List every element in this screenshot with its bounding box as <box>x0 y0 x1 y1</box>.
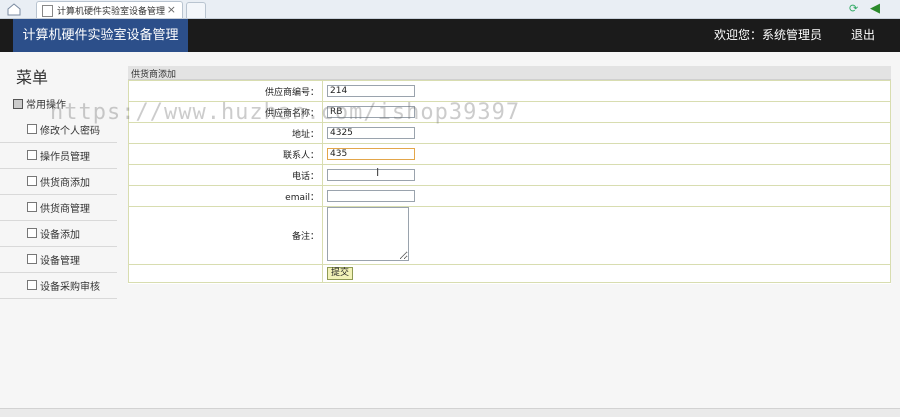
mail-icon <box>27 280 37 290</box>
form-row: 供应商编号： <box>128 80 891 102</box>
mail-icon <box>27 228 37 238</box>
sidebar-item-operator-management[interactable]: 操作员管理 <box>0 142 117 169</box>
field-label: 地址： <box>128 122 323 144</box>
menu-title: 菜单 <box>16 68 49 87</box>
field-label: 电话： <box>128 164 323 186</box>
browser-tab[interactable]: 计算机硬件实验室设备管理 × <box>36 1 183 18</box>
field-label: email： <box>128 185 323 207</box>
sidebar-item-supplier-management[interactable]: 供货商管理 <box>0 194 117 221</box>
close-icon[interactable]: × <box>167 3 176 16</box>
panel-title-bar: 供货商添加 <box>128 66 891 80</box>
bars-icon <box>27 202 37 212</box>
welcome-text: 欢迎您：系统管理员 <box>714 28 823 42</box>
field-label: 备注： <box>128 206 323 265</box>
sidebar-item-supplier-add[interactable]: 供货商添加 <box>0 168 117 195</box>
submit-button[interactable]: 提交 <box>327 267 354 280</box>
panel-title: 供货商添加 <box>131 70 177 80</box>
mail-icon <box>27 254 37 264</box>
contact-input[interactable] <box>327 148 415 160</box>
list-icon <box>27 176 37 186</box>
page-icon <box>42 5 53 17</box>
supplier-id-input[interactable] <box>327 85 415 97</box>
text-cursor-icon: I <box>376 166 380 179</box>
logout-link[interactable]: 退出 <box>851 19 875 52</box>
document-icon <box>27 124 37 134</box>
sidebar-item-label: 设备采购审核 <box>40 282 100 293</box>
field-label: 联系人： <box>128 143 323 165</box>
form-row: 备注： <box>128 206 891 265</box>
sidebar-item-device-management[interactable]: 设备管理 <box>0 246 117 273</box>
sidebar-item-label: 设备添加 <box>40 230 80 241</box>
email-input[interactable] <box>327 190 415 202</box>
refresh-icon[interactable]: ⟳ <box>849 2 860 15</box>
form-row: email： <box>128 185 891 207</box>
list-icon <box>27 150 37 160</box>
collapse-icon <box>13 98 23 109</box>
watermark-text: https://www.huzhan.com/ishop39397 <box>50 100 521 125</box>
sidebar-item-purchase-review[interactable]: 设备采购审核 <box>0 272 117 299</box>
field-label: 供应商编号： <box>128 80 323 102</box>
browser-tab-bar: 计算机硬件实验室设备管理 × ⟳ ◀ <box>0 0 900 19</box>
home-icon[interactable] <box>6 2 22 16</box>
supplier-form-panel: 供货商添加 供应商编号： 供应商名称： 地址： 联系人： 电话： email： … <box>128 66 891 284</box>
sidebar-item-device-add[interactable]: 设备添加 <box>0 220 117 247</box>
phone-input[interactable] <box>327 169 415 181</box>
sidebar-item-label: 操作员管理 <box>40 152 90 163</box>
sidebar-item-label: 供货商管理 <box>40 204 90 215</box>
sidebar-item-label: 供货商添加 <box>40 178 90 189</box>
browser-tab-title: 计算机硬件实验室设备管理 <box>57 7 166 17</box>
remark-textarea[interactable] <box>327 207 409 261</box>
form-row: 提交 <box>128 264 891 283</box>
app-title: 计算机硬件实验室设备管理 <box>13 19 188 52</box>
form-row: 联系人： <box>128 143 891 165</box>
address-input[interactable] <box>327 127 415 139</box>
form-row: 地址： <box>128 122 891 144</box>
new-tab-button[interactable] <box>186 2 206 18</box>
form-row: 电话： <box>128 164 891 186</box>
back-arrow-icon[interactable]: ◀ <box>870 1 880 16</box>
sidebar-item-label: 设备管理 <box>40 256 80 267</box>
app-header: 计算机硬件实验室设备管理 欢迎您：系统管理员 退出 <box>0 19 900 52</box>
